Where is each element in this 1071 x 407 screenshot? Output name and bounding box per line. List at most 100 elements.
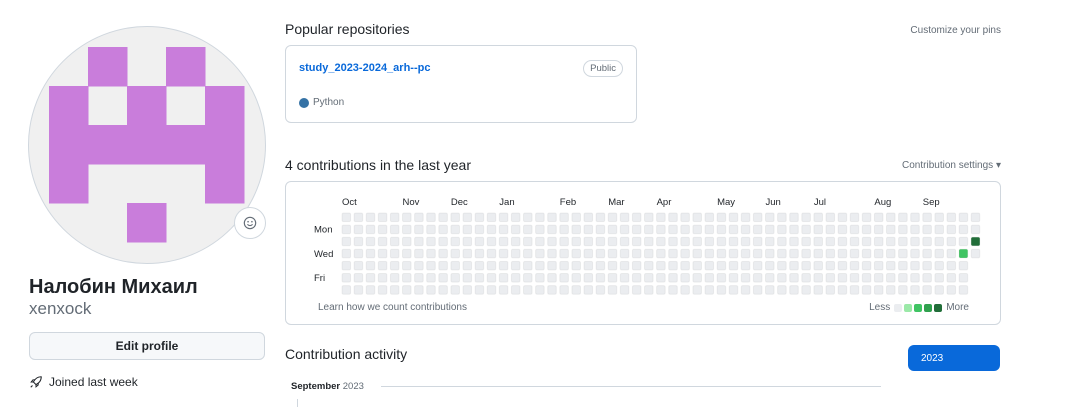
contribution-day-cell[interactable] (644, 260, 654, 271)
contribution-day-cell[interactable] (716, 285, 727, 295)
contribution-day-cell[interactable] (426, 260, 436, 271)
contribution-day-cell[interactable] (765, 224, 775, 235)
contribution-day-cell[interactable] (607, 236, 618, 247)
contribution-day-cell[interactable] (644, 224, 654, 235)
contribution-day-cell[interactable] (414, 212, 424, 223)
contribution-day-cell[interactable] (861, 224, 872, 235)
contribution-day-cell[interactable] (813, 212, 824, 223)
contribution-day-cell[interactable] (523, 260, 533, 271)
contribution-day-cell[interactable] (450, 248, 460, 259)
contribution-day-cell[interactable] (559, 285, 569, 295)
contribution-day-cell[interactable] (583, 260, 594, 271)
contribution-day-cell[interactable] (898, 260, 908, 271)
contribution-day-cell[interactable] (341, 285, 352, 295)
contribution-day-cell[interactable] (547, 248, 557, 259)
contribution-day-cell[interactable] (825, 212, 836, 223)
contribution-day-cell[interactable] (777, 285, 787, 295)
contribution-day-cell[interactable] (692, 212, 702, 223)
contribution-day-cell[interactable] (619, 236, 630, 247)
contribution-day-cell[interactable] (571, 285, 581, 295)
contribution-day-cell[interactable] (922, 260, 932, 271)
contribution-day-cell[interactable] (402, 248, 412, 259)
contribution-day-cell[interactable] (740, 224, 751, 235)
contribution-day-cell[interactable] (631, 260, 642, 271)
contribution-day-cell[interactable] (656, 212, 666, 223)
contribution-day-cell[interactable] (535, 260, 545, 271)
contribution-day-cell[interactable] (716, 212, 727, 223)
contribution-day-cell[interactable] (680, 285, 690, 295)
contribution-day-cell[interactable] (849, 260, 860, 271)
contribution-day-cell[interactable] (510, 285, 521, 295)
contribution-day-cell[interactable] (789, 224, 799, 235)
contribution-day-cell[interactable] (898, 224, 908, 235)
contribution-day-cell[interactable] (486, 248, 497, 259)
contribution-day-cell[interactable] (583, 224, 594, 235)
contribution-day-cell[interactable] (631, 248, 642, 259)
contribution-day-cell[interactable] (801, 273, 811, 283)
contribution-day-cell[interactable] (365, 273, 376, 283)
contribution-day-cell[interactable] (486, 212, 497, 223)
contribution-day-cell[interactable] (934, 212, 945, 223)
contribution-day-cell[interactable] (547, 273, 557, 283)
contribution-day-cell[interactable] (414, 224, 424, 235)
contribution-day-cell[interactable] (898, 273, 908, 283)
contribution-day-cell[interactable] (922, 248, 932, 259)
contribution-day-cell[interactable] (353, 260, 364, 271)
contribution-day-cell[interactable] (389, 273, 400, 283)
contribution-day-cell[interactable] (789, 285, 799, 295)
contribution-day-cell[interactable] (547, 212, 557, 223)
contribution-day-cell[interactable] (426, 212, 436, 223)
contribution-day-cell[interactable] (462, 248, 473, 259)
contribution-day-cell[interactable] (970, 212, 981, 223)
contribution-day-cell[interactable] (680, 212, 690, 223)
contribution-day-cell[interactable] (377, 273, 388, 283)
contribution-day-cell[interactable] (837, 248, 848, 259)
edit-profile-button[interactable]: Edit profile (29, 332, 265, 360)
contribution-day-cell[interactable] (607, 273, 618, 283)
contribution-day-cell[interactable] (631, 212, 642, 223)
contribution-day-cell[interactable] (934, 260, 945, 271)
contribution-day-cell[interactable] (523, 212, 533, 223)
contribution-day-cell[interactable] (523, 224, 533, 235)
contribution-day-cell[interactable] (656, 224, 666, 235)
contribution-day-cell[interactable] (825, 260, 836, 271)
contribution-day-cell[interactable] (474, 248, 485, 259)
contribution-day-cell[interactable] (474, 260, 485, 271)
contribution-day-cell[interactable] (958, 212, 969, 223)
contribution-day-cell[interactable] (789, 212, 799, 223)
contribution-day-cell[interactable] (813, 285, 824, 295)
contribution-day-cell[interactable] (777, 248, 787, 259)
contribution-day-cell[interactable] (426, 285, 436, 295)
contribution-day-cell[interactable] (910, 224, 920, 235)
contribution-day-cell[interactable] (946, 224, 957, 235)
contribution-day-cell[interactable] (728, 212, 739, 223)
contribution-day-cell[interactable] (377, 285, 388, 295)
contribution-day-cell[interactable] (765, 248, 775, 259)
contribution-day-cell[interactable] (765, 285, 775, 295)
contribution-day-cell[interactable] (946, 273, 957, 283)
contribution-day-cell[interactable] (377, 212, 388, 223)
contribution-day-cell[interactable] (752, 236, 763, 247)
contribution-day-cell[interactable] (450, 236, 460, 247)
contribution-day-cell[interactable] (474, 212, 485, 223)
contribution-day-cell[interactable] (644, 248, 654, 259)
contribution-day-cell[interactable] (752, 248, 763, 259)
contribution-day-cell[interactable] (934, 236, 945, 247)
contribution-day-cell[interactable] (510, 260, 521, 271)
contribution-day-cell[interactable] (341, 248, 352, 259)
contribution-day-cell[interactable] (849, 273, 860, 283)
contribution-day-cell[interactable] (692, 248, 702, 259)
contribution-day-cell[interactable] (898, 285, 908, 295)
contribution-day-cell[interactable] (680, 224, 690, 235)
contribution-day-cell[interactable] (910, 260, 920, 271)
contribution-day-cell[interactable] (462, 224, 473, 235)
contribution-day-cell[interactable] (389, 236, 400, 247)
contribution-day-cell[interactable] (922, 236, 932, 247)
contribution-day-cell[interactable] (898, 212, 908, 223)
contribution-day-cell[interactable] (535, 236, 545, 247)
contribution-day-cell[interactable] (849, 236, 860, 247)
contribution-day-cell[interactable] (438, 273, 448, 283)
contribution-day-cell[interactable] (583, 273, 594, 283)
contribution-day-cell[interactable] (728, 285, 739, 295)
contribution-day-cell[interactable] (486, 260, 497, 271)
